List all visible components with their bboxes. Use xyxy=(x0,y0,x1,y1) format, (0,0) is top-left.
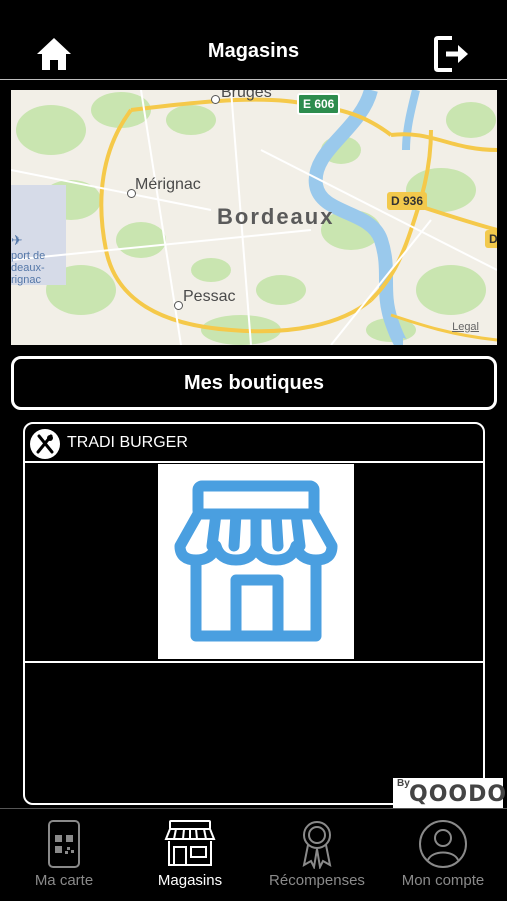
map-label-bordeaux: Bordeaux xyxy=(217,204,335,229)
road-badge-d936: D 936 xyxy=(387,192,428,210)
tab-label: Récompenses xyxy=(269,872,365,889)
brand-by: By xyxy=(397,778,410,789)
tab-recompenses[interactable]: Récompenses xyxy=(262,809,372,901)
award-ribbon-icon xyxy=(302,821,332,869)
my-shops-button[interactable]: Mes boutiques xyxy=(11,356,497,410)
qr-card-icon xyxy=(48,820,80,868)
card-divider xyxy=(25,661,483,663)
logout-button[interactable] xyxy=(432,34,472,74)
tab-magasins[interactable]: Magasins xyxy=(140,809,240,901)
tab-ma-carte[interactable]: Ma carte xyxy=(14,809,114,901)
brand-name: QOODOS xyxy=(409,782,507,807)
shop-card[interactable]: TRADI BURGER xyxy=(23,422,485,805)
tab-mon-compte[interactable]: Mon compte xyxy=(393,809,493,901)
store-tab-icon xyxy=(164,820,216,866)
road-badge-e606: E 606 xyxy=(297,93,341,115)
shop-card-header: TRADI BURGER xyxy=(25,424,483,463)
storefront-icon xyxy=(174,480,338,642)
map-label-bruges: Bruges xyxy=(221,90,272,101)
page-title: Magasins xyxy=(207,40,300,62)
logout-icon xyxy=(434,36,468,72)
cutlery-icon xyxy=(30,429,60,459)
brand-logo: By QOODOS xyxy=(393,778,507,808)
map-label-merignac: Mérignac xyxy=(135,176,201,193)
user-account-icon xyxy=(419,820,467,868)
map-marker-pessac xyxy=(174,301,183,310)
tab-bar: Ma carte Magasins Récompenses Mon compte xyxy=(0,808,507,900)
tab-label: Ma carte xyxy=(34,872,94,889)
header-bar: Magasins xyxy=(0,0,507,80)
shop-image xyxy=(158,464,354,659)
tab-label: Magasins xyxy=(157,872,223,889)
map-view[interactable]: Bruges Mérignac Bordeaux Pessac port de … xyxy=(11,90,497,345)
map-label-pessac: Pessac xyxy=(183,288,236,305)
map-marker-bruges xyxy=(211,95,220,104)
shop-name: TRADI BURGER xyxy=(67,434,188,451)
tab-label: Mon compte xyxy=(401,872,485,889)
map-label-airport: port de deaux- rignac xyxy=(11,250,46,286)
road-badge-d: D xyxy=(485,230,497,248)
map-legal-link[interactable]: Legal xyxy=(452,321,479,333)
airport-icon: ✈ xyxy=(11,232,23,248)
